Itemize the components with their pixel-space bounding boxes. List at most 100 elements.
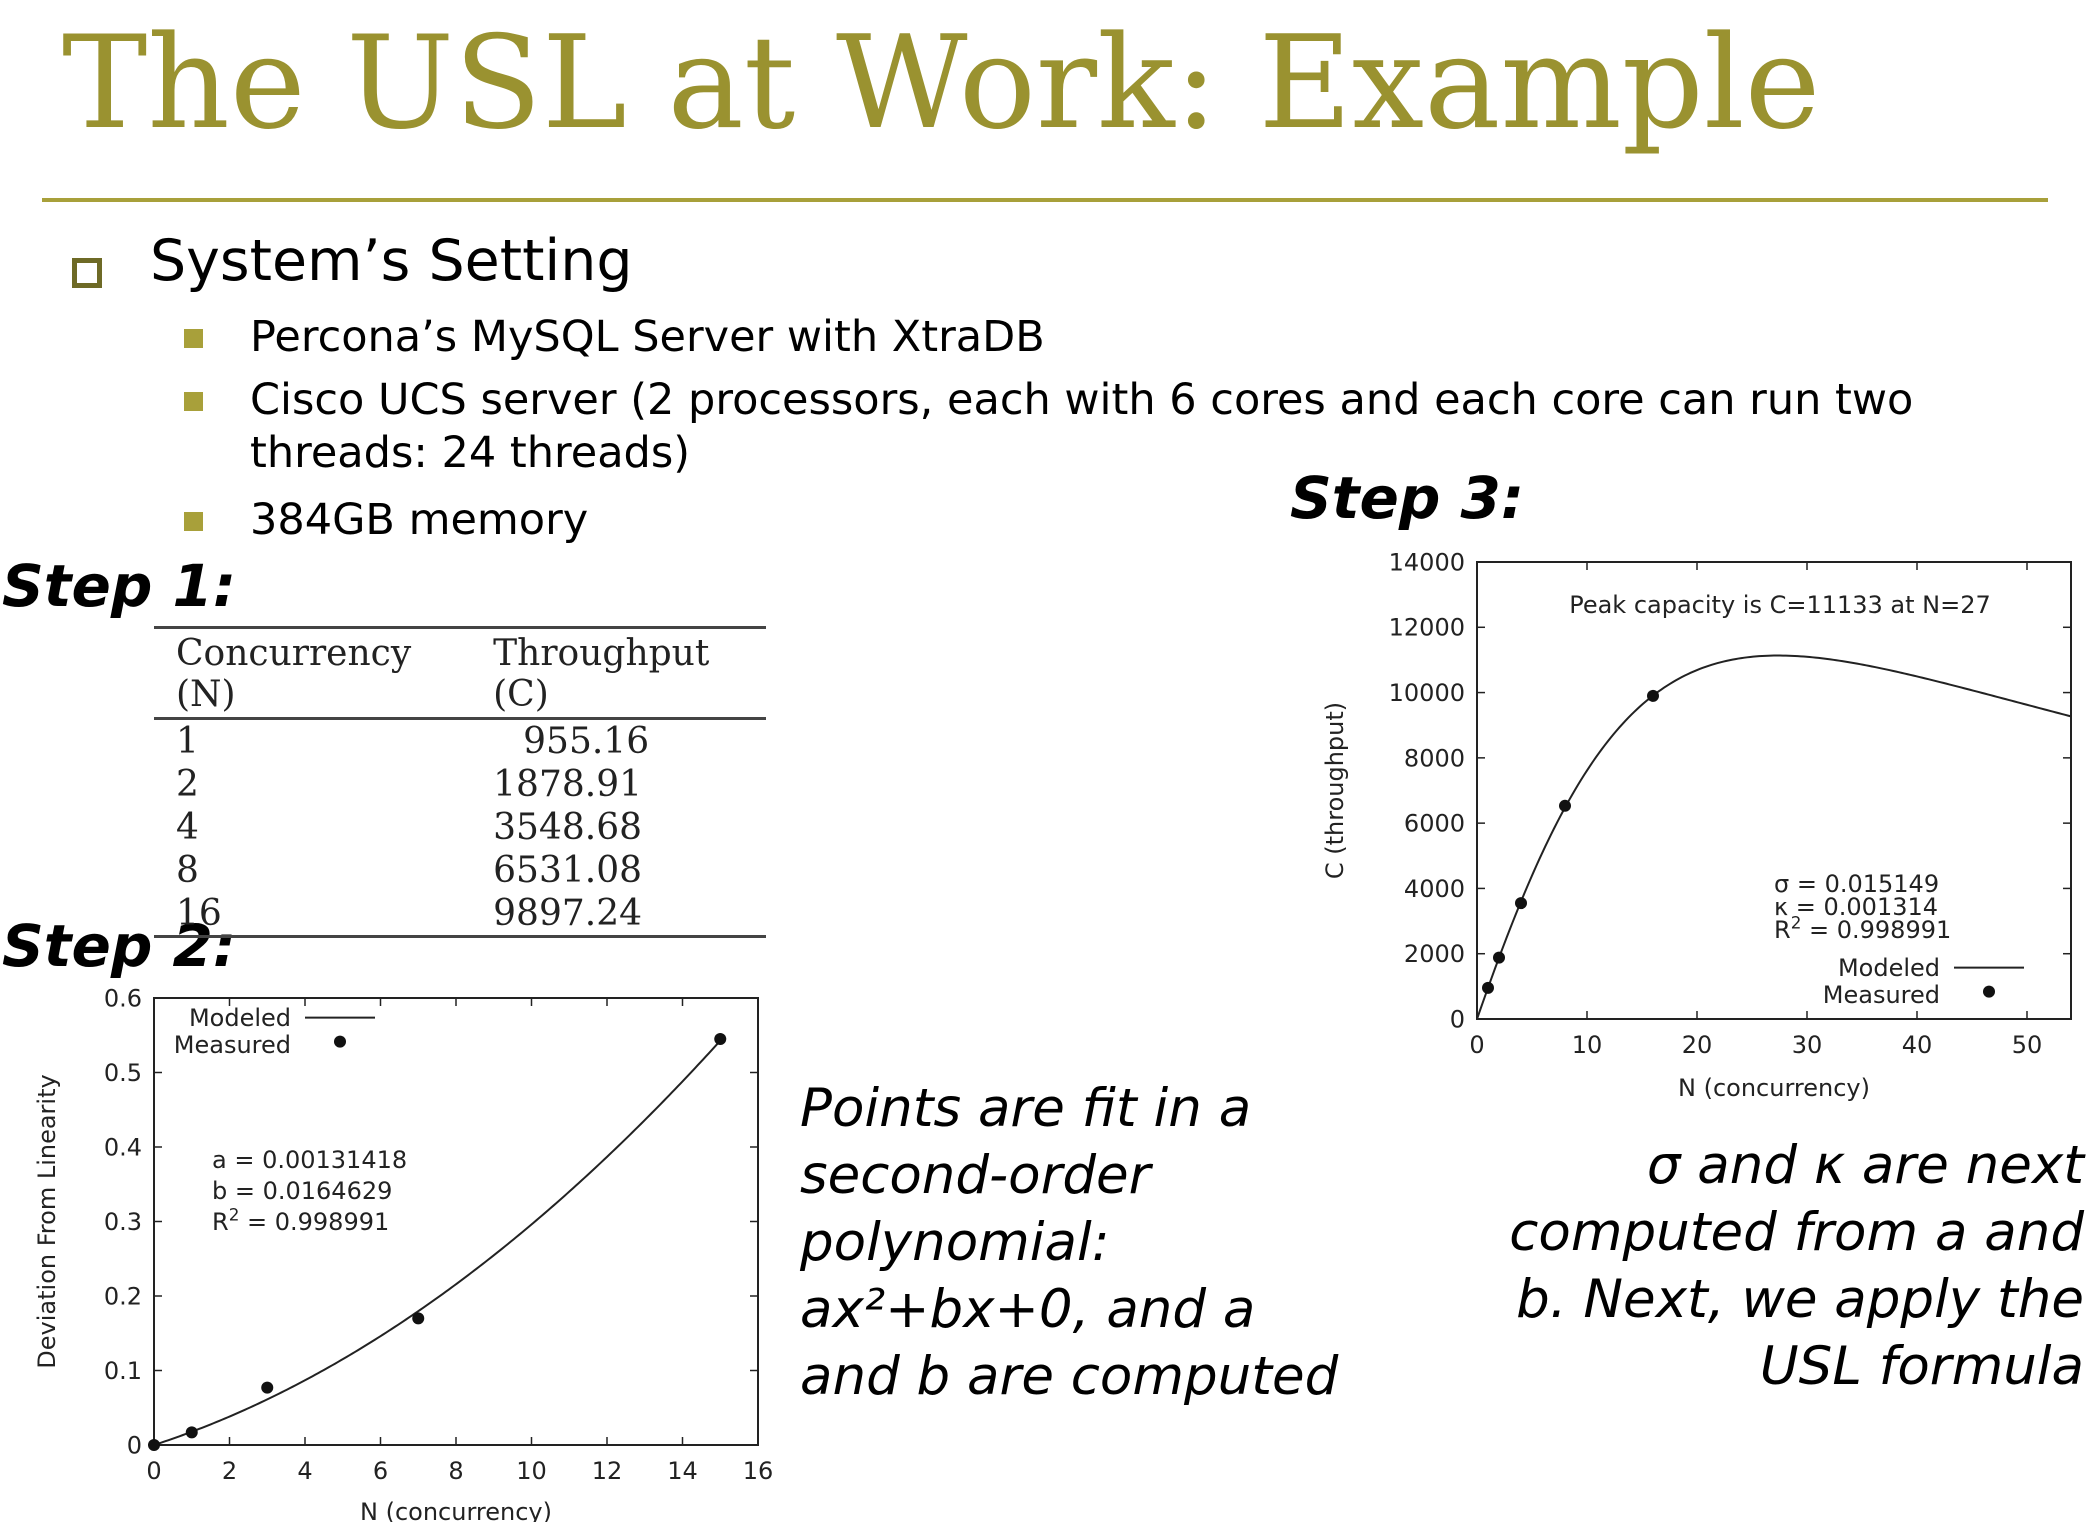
y-tick-label: 0.1 (104, 1357, 142, 1385)
x-tick-label: 12 (592, 1457, 623, 1485)
note-line: Points are fit in a (800, 1078, 1252, 1139)
y-tick-label: 12000 (1389, 614, 1465, 642)
cell-throughput: 3548.68 (493, 807, 643, 848)
modeled-line (153, 1040, 721, 1446)
modeled-line (1476, 654, 2072, 1020)
fit-annotation: b = 0.0164629 (212, 1177, 392, 1205)
x-tick-label: 0 (146, 1457, 161, 1485)
measured-point (185, 1426, 198, 1439)
y-tick-label: 0.5 (104, 1059, 142, 1087)
legend-label: Measured (174, 1031, 291, 1059)
header-concurrency: Concurrency (N) (154, 626, 472, 720)
bullet-icon (184, 329, 203, 348)
cell-concurrency: 8 (176, 850, 199, 891)
x-tick-label: 10 (1572, 1031, 1603, 1059)
cell-concurrency: 16 (154, 892, 472, 938)
table-row: 8 6531.08 (154, 849, 766, 892)
fit-annotation: R2 = 0.998991 (212, 1204, 389, 1236)
y-tick-label: 0 (1450, 1005, 1465, 1033)
bullet-icon (184, 512, 203, 531)
note-line: USL formula (1759, 1336, 2084, 1397)
x-tick-label: 8 (448, 1457, 463, 1485)
chart-title: Peak capacity is C=11133 at N=27 (1569, 591, 1991, 619)
y-axis-label: Deviation From Linearity (33, 1074, 61, 1368)
title-divider (42, 198, 2048, 202)
y-tick-label: 10000 (1389, 679, 1465, 707)
x-axis-label: N (concurrency) (360, 1498, 552, 1522)
polynomial-note: Points are fit in a second-order polynom… (800, 1075, 1338, 1410)
measured-point (261, 1381, 274, 1394)
note-line: b. Next, we apply the (1516, 1269, 2084, 1330)
note-line: ax²+bx+0, and a (800, 1279, 1256, 1340)
x-tick-label: 30 (1792, 1031, 1823, 1059)
square-bullet-icon (72, 258, 102, 288)
table-row: 4 3548.68 (154, 806, 766, 849)
y-tick-label: 0 (127, 1431, 142, 1459)
table-row: 2 1878.91 (154, 763, 766, 806)
page-title: The USL at Work: Example (62, 9, 1821, 158)
y-tick-label: 0.3 (104, 1208, 142, 1236)
table-row: 1 955.16 (154, 719, 766, 764)
fit-annotation: a = 0.00131418 (212, 1146, 407, 1174)
cell-concurrency: 1 (176, 721, 199, 762)
x-tick-label: 14 (667, 1457, 698, 1485)
concurrency-throughput-table: Concurrency (N) Throughput (C) 1 955.16 … (154, 626, 766, 938)
bullet-icon (184, 392, 203, 411)
x-tick-label: 40 (1902, 1031, 1933, 1059)
fit-annotation: R2 = 0.998991 (1774, 912, 1951, 944)
y-tick-label: 14000 (1389, 548, 1465, 576)
y-tick-label: 8000 (1404, 744, 1465, 772)
throughput-chart: 0 10 20 30 40 50 0 2000 4000 6000 8000 10000 12000 14… (1321, 548, 2072, 1102)
x-tick-label: 2 (222, 1457, 237, 1485)
x-tick-label: 16 (743, 1457, 774, 1485)
header-throughput: Throughput (C) (471, 626, 766, 720)
setting-item-3: 384GB memory (250, 495, 589, 545)
usl-note: σ and κ are next computed from a and b. … (1420, 1132, 2084, 1400)
setting-item-2-line-2: threads: 24 threads) (250, 428, 691, 478)
measured-point (1515, 897, 1527, 910)
y-tick-label: 0.4 (104, 1133, 142, 1161)
x-tick-label: 20 (1682, 1031, 1713, 1059)
measured-point (1482, 981, 1494, 994)
measured-point (714, 1032, 727, 1045)
x-tick-label: 0 (1469, 1031, 1484, 1059)
cell-concurrency: 2 (176, 764, 199, 805)
deviation-chart: 0 2 4 6 8 10 12 14 16 0 0.1 0.2 0.3 0.4 0.5 0.6 N (concu… (33, 984, 774, 1522)
setting-item-2-line-1: Cisco UCS server (2 processors, each wit… (250, 375, 1914, 425)
x-tick-label: 50 (2012, 1031, 2043, 1059)
legend-label: Measured (1823, 981, 1940, 1009)
setting-heading: System’s Setting (150, 228, 633, 294)
cell-throughput: 1878.91 (493, 764, 643, 805)
y-tick-label: 6000 (1404, 810, 1465, 838)
measured-point (1493, 951, 1505, 964)
measured-point (412, 1312, 425, 1325)
cell-throughput: 9897.24 (471, 892, 766, 938)
measured-point (1559, 799, 1571, 812)
cell-concurrency: 4 (176, 807, 199, 848)
legend-label: Modeled (189, 1004, 291, 1032)
step3-label: Step 3: (1290, 464, 1525, 532)
x-axis-label: N (concurrency) (1678, 1074, 1870, 1102)
x-tick-label: 4 (297, 1457, 312, 1485)
plot-frame (1476, 561, 2072, 1020)
table-row: 16 9897.24 (154, 892, 766, 938)
measured-point (148, 1439, 160, 1451)
note-line: second-order (800, 1145, 1151, 1206)
cell-throughput: 955.16 (523, 721, 650, 762)
y-tick-label: 0.6 (104, 984, 142, 1012)
y-tick-label: 2000 (1404, 940, 1465, 968)
y-tick-label: 4000 (1404, 875, 1465, 903)
legend-label: Modeled (1838, 954, 1940, 982)
x-tick-label: 10 (516, 1457, 547, 1485)
cell-throughput: 6531.08 (493, 850, 643, 891)
y-axis-label: C (throughput) (1321, 702, 1349, 879)
measured-point (1647, 689, 1659, 702)
x-tick-label: 6 (373, 1457, 388, 1485)
legend-point-swatch (1983, 985, 1995, 998)
table-header-row: Concurrency (N) Throughput (C) (154, 626, 766, 720)
note-line: polynomial: (800, 1212, 1110, 1273)
note-line: σ and κ are next (1646, 1135, 2084, 1196)
note-line: computed from a and (1509, 1202, 2084, 1263)
step1-label: Step 1: (2, 552, 237, 620)
legend-point-swatch (334, 1035, 346, 1048)
